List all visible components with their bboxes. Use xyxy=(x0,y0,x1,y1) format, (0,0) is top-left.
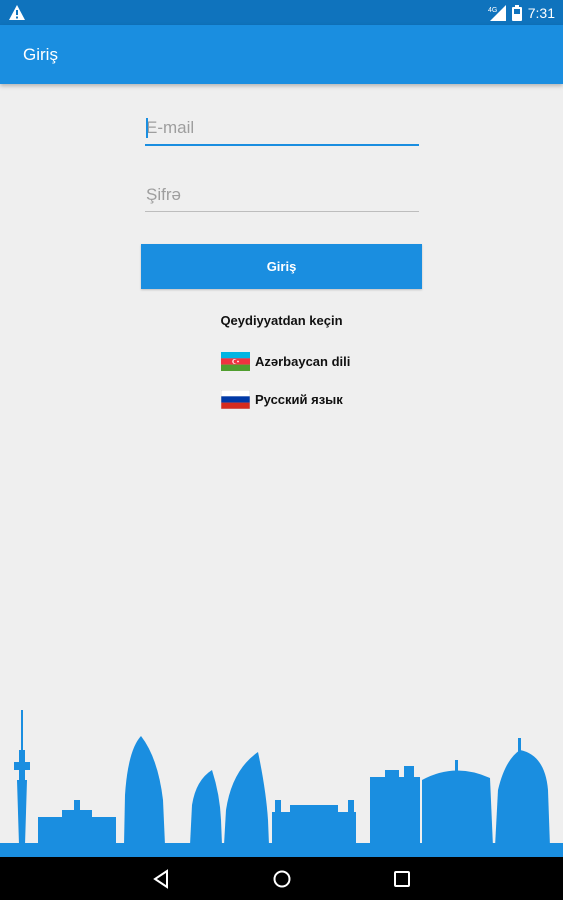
language-label: Azərbaycan dili xyxy=(255,353,351,369)
language-azerbaijani[interactable]: Azərbaycan dili xyxy=(221,350,350,372)
language-russian[interactable]: Русский язык xyxy=(221,388,343,410)
azerbaijan-flag-icon xyxy=(221,351,250,371)
network-type-label: 4G xyxy=(488,7,497,14)
navigation-bar xyxy=(0,857,563,900)
language-label: Русский язык xyxy=(255,391,343,407)
email-field[interactable] xyxy=(145,112,419,146)
status-bar: 4G 7:31 xyxy=(0,0,563,25)
page-title: Giriş xyxy=(23,45,58,64)
clock: 7:31 xyxy=(527,4,555,21)
login-button[interactable]: Giriş xyxy=(141,244,422,289)
password-field[interactable] xyxy=(145,178,419,212)
back-icon[interactable] xyxy=(151,868,173,890)
app-bar: Giriş xyxy=(0,25,563,84)
russia-flag-icon xyxy=(221,389,250,409)
city-skyline-illustration xyxy=(0,710,563,858)
signal-icon: 4G xyxy=(488,4,506,21)
warning-icon xyxy=(9,5,25,20)
status-icons: 4G 7:31 xyxy=(488,3,555,22)
battery-icon xyxy=(511,4,522,21)
register-link[interactable]: Qeydiyyatdan keçin xyxy=(0,313,563,328)
text-cursor xyxy=(146,118,148,138)
home-icon[interactable] xyxy=(271,868,293,890)
recents-icon[interactable] xyxy=(391,868,413,890)
